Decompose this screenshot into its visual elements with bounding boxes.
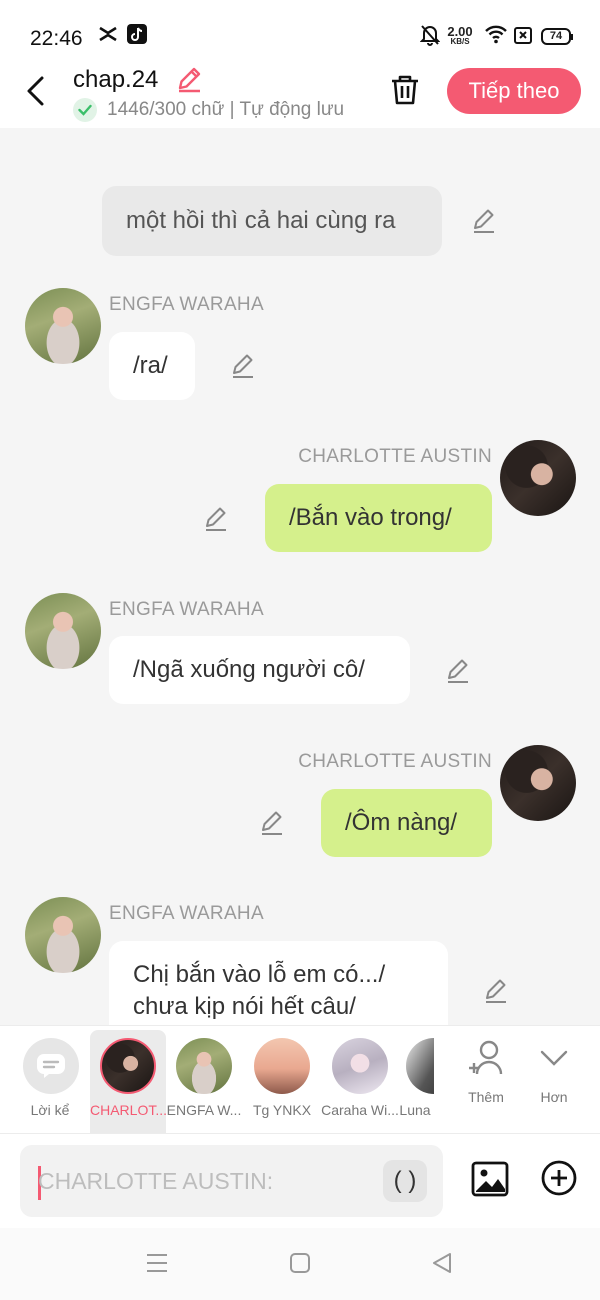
input-bar: ( ): [0, 1133, 600, 1228]
avatar-luna: [406, 1038, 434, 1094]
battery-indicator: 74: [541, 28, 573, 45]
character-selector: Lời kể CHARLOT... ENGFA W... Tg YNKX Car…: [0, 1025, 600, 1148]
word-count-autosave: 1446/300 chữ | Tự động lưu: [107, 99, 345, 120]
character-tg-ynkx[interactable]: Tg YNKX: [244, 1026, 320, 1126]
edit-message-icon[interactable]: [229, 352, 257, 380]
message-bubble-right[interactable]: /Ôm nàng/: [321, 789, 492, 857]
character-label: Luna: [399, 1102, 431, 1118]
narration-bubble[interactable]: một hồi thì cả hai cùng ra: [102, 186, 442, 256]
message-text: /Ngã xuống người cô/: [133, 656, 365, 683]
screen-record-icon: [514, 27, 532, 44]
character-engfa[interactable]: ENGFA W...: [166, 1026, 242, 1126]
avatar-charlotte[interactable]: [500, 745, 576, 821]
recent-apps-icon[interactable]: [145, 1252, 169, 1274]
edit-message-icon[interactable]: [470, 207, 498, 235]
add-character-label: Thêm: [468, 1089, 504, 1105]
edit-message-icon[interactable]: [482, 977, 510, 1005]
character-label: ENGFA W...: [166, 1102, 242, 1118]
plus-circle-icon[interactable]: [540, 1159, 578, 1197]
chevron-down-icon: [540, 1050, 568, 1066]
system-nav-bar: [0, 1228, 600, 1300]
avatar-engfa[interactable]: [25, 593, 101, 669]
wifi-icon: [485, 25, 507, 44]
message-text: /Ôm nàng/: [345, 809, 458, 836]
character-label: CHARLOT...: [90, 1102, 166, 1118]
narration-icon: [23, 1038, 79, 1094]
avatar-engfa[interactable]: [25, 288, 101, 364]
character-narrator[interactable]: Lời kể: [0, 1026, 100, 1126]
message-bubble-right[interactable]: /Bắn vào trong/: [265, 484, 492, 552]
sender-name: ENGFA WARAHA: [109, 599, 264, 620]
message-text: /Bắn vào trong/: [289, 504, 452, 531]
message-input[interactable]: [38, 1161, 378, 1201]
edit-message-icon[interactable]: [202, 505, 230, 533]
capcut-icon: [99, 26, 117, 42]
add-user-icon: [469, 1040, 503, 1075]
message-bubble-left[interactable]: /ra/: [109, 332, 195, 400]
status-bar: 22:46 2.00 KB/S 74: [0, 0, 600, 60]
character-caraha[interactable]: Caraha Wi...: [320, 1026, 400, 1126]
character-charlotte[interactable]: CHARLOT...: [90, 1026, 166, 1126]
message-text: một hồi thì cả hai cùng ra: [126, 207, 396, 234]
back-icon[interactable]: [431, 1252, 453, 1274]
back-arrow-icon[interactable]: [22, 74, 52, 108]
message-text: /ra/: [133, 352, 168, 379]
save-status: 1446/300 chữ | Tự động lưu: [73, 98, 344, 122]
edit-message-icon[interactable]: [258, 809, 286, 837]
more-label: Hơn: [540, 1089, 568, 1105]
character-label: Tg YNKX: [252, 1102, 312, 1118]
character-label: Lời kể: [30, 1102, 70, 1118]
chapter-title[interactable]: chap.24: [73, 66, 158, 94]
avatar-caraha: [332, 1038, 388, 1094]
next-button[interactable]: Tiếp theo: [447, 68, 581, 114]
status-time: 22:46: [30, 27, 83, 50]
more-button[interactable]: Hơn: [530, 1038, 578, 1105]
sender-name: ENGFA WARAHA: [109, 903, 264, 924]
avatar-tg-ynkx: [254, 1038, 310, 1094]
parentheses-button[interactable]: ( ): [383, 1160, 427, 1202]
message-bubble-left[interactable]: Chị bắn vào lỗ em có.../ chưa kịp nói hế…: [109, 941, 448, 1025]
tiktok-icon: [127, 24, 147, 44]
character-luna[interactable]: Luna: [396, 1026, 434, 1126]
avatar-engfa[interactable]: [25, 897, 101, 973]
home-icon[interactable]: [289, 1252, 311, 1274]
avatar-engfa: [176, 1038, 232, 1094]
character-label: Caraha Wi...: [321, 1102, 399, 1118]
avatar-charlotte[interactable]: [500, 440, 576, 516]
check-icon: [73, 98, 97, 122]
image-icon[interactable]: [470, 1159, 510, 1199]
sender-name: CHARLOTTE AUSTIN: [298, 751, 492, 772]
edit-message-icon[interactable]: [444, 657, 472, 685]
edit-title-icon[interactable]: [175, 65, 203, 93]
mute-bell-icon: [420, 25, 440, 46]
network-speed: 2.00 KB/S: [447, 24, 473, 46]
message-text: Chị bắn vào lỗ em có.../ chưa kịp nói hế…: [133, 961, 386, 1020]
message-input-field[interactable]: ( ): [20, 1145, 443, 1217]
sender-name: ENGFA WARAHA: [109, 294, 264, 315]
message-bubble-left[interactable]: /Ngã xuống người cô/: [109, 636, 410, 704]
chat-area[interactable]: một hồi thì cả hai cùng ra ENGFA WARAHA …: [0, 128, 600, 1025]
add-character-button[interactable]: Thêm: [462, 1038, 510, 1105]
sender-name: CHARLOTTE AUSTIN: [298, 446, 492, 467]
trash-icon[interactable]: [388, 73, 422, 107]
avatar-charlotte: [100, 1038, 156, 1094]
editor-header: chap.24 1446/300 chữ | Tự động lưu Tiếp …: [0, 60, 600, 128]
